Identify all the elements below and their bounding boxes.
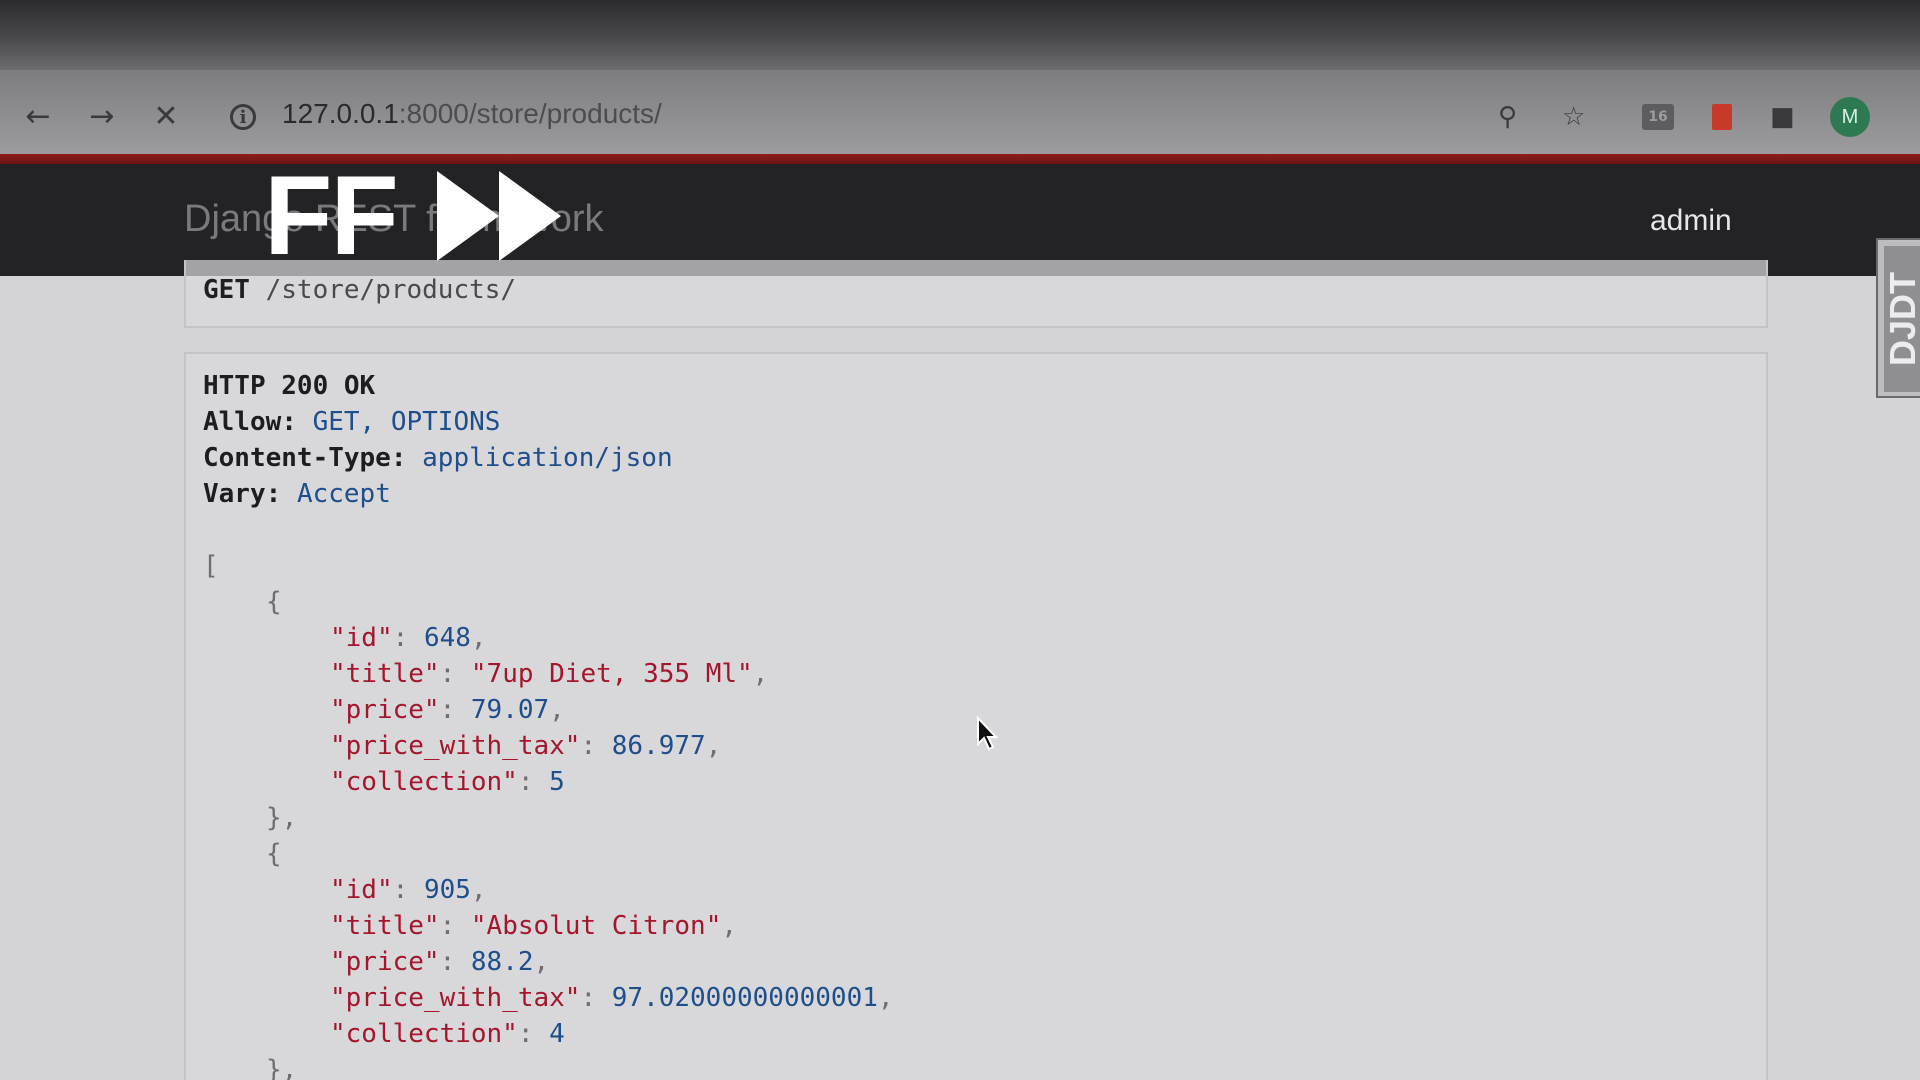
response-header-content-type: Content-Type: application/json [203, 443, 673, 473]
debug-toolbar-label: DJDT [1884, 246, 1920, 392]
response-header-allow: Allow: GET, OPTIONS [203, 407, 501, 437]
json-object-open: { [266, 587, 282, 617]
json-field-price: "price": 88.2, [330, 947, 550, 977]
extension-box-icon[interactable]: 16 [1642, 100, 1674, 134]
request-path: /store/products/ [265, 275, 517, 305]
request-method: GET [203, 275, 250, 305]
json-field-id: "id": 905, [330, 875, 487, 905]
json-field-id: "id": 648, [330, 623, 487, 653]
json-object-close: }, [266, 1055, 298, 1080]
debug-toolbar-handle[interactable]: DJDT [1876, 238, 1920, 398]
json-object-close: }, [266, 803, 298, 833]
json-field-price: "price": 79.07, [330, 695, 565, 725]
screen: ← → ✕ i 127.0.0.1:8000/store/products/ ⚲… [0, 0, 1920, 1080]
json-field-collection: "collection": 5 [330, 767, 565, 797]
user-menu[interactable]: admin [1650, 204, 1732, 238]
json-field-price-with-tax: "price_with_tax": 97.02000000000001, [330, 983, 894, 1013]
json-field-title: "title": "Absolut Citron", [330, 911, 737, 941]
extension-bookmark-icon[interactable] [1712, 100, 1732, 134]
browser-tab-strip [0, 0, 1920, 70]
bookmark-star-icon[interactable]: ☆ [1562, 100, 1585, 134]
fast-forward-overlay: FF [264, 160, 561, 272]
json-field-price-with-tax: "price_with_tax": 86.977, [330, 731, 722, 761]
profile-avatar[interactable]: M [1830, 97, 1870, 137]
request-line: GET /store/products/ [203, 272, 516, 308]
url-host: 127.0.0.1 [282, 98, 399, 129]
mouse-cursor-icon [977, 716, 999, 751]
json-field-title: "title": "7up Diet, 355 Ml", [330, 659, 769, 689]
fast-forward-icon [436, 171, 499, 261]
fast-forward-label: FF [264, 153, 399, 278]
stop-loading-icon[interactable]: ✕ [146, 96, 186, 136]
forward-icon[interactable]: → [82, 96, 122, 136]
zoom-icon[interactable]: ⚲ [1498, 100, 1517, 134]
url-path: :8000/store/products/ [398, 98, 662, 129]
response-header-vary: Vary: Accept [203, 479, 391, 509]
back-icon[interactable]: ← [18, 96, 58, 136]
address-bar[interactable]: 127.0.0.1:8000/store/products/ [282, 98, 662, 130]
json-object-open: { [266, 839, 282, 869]
site-info-icon[interactable]: i [230, 104, 256, 130]
fast-forward-icon-2 [498, 171, 561, 261]
json-field-collection: "collection": 4 [330, 1019, 565, 1049]
extensions-puzzle-icon[interactable]: ■ [1770, 100, 1795, 134]
json-open-bracket: [ [203, 551, 219, 581]
response-status: HTTP 200 OK [203, 371, 376, 401]
